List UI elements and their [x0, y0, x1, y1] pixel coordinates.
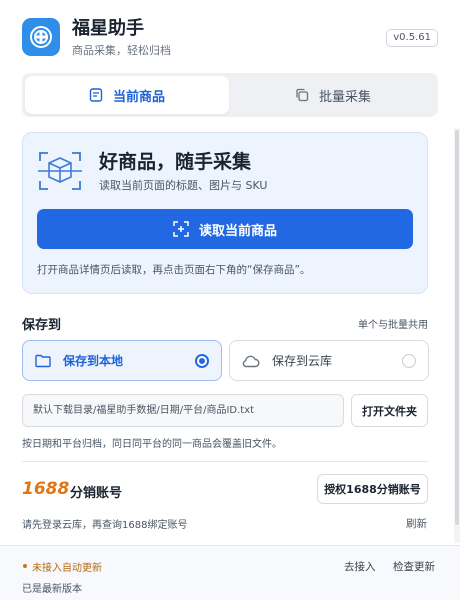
- hero-title: 好商品，随手采集: [99, 151, 252, 173]
- account-hint: 请先登录云库，再查询1688绑定账号: [22, 520, 188, 531]
- copy-icon: [296, 88, 309, 102]
- save-local-radio[interactable]: [195, 354, 209, 368]
- save-path-hint: 按日期和平台归档，同日同平台的同一商品会覆盖旧文件。: [22, 439, 282, 450]
- mode-tabs: 当前商品 批量采集: [22, 73, 438, 117]
- save-local-option[interactable]: 保存到本地: [22, 340, 222, 381]
- authorize-account-button[interactable]: 授权1688分销账号: [317, 474, 428, 504]
- platform-number: 1688: [22, 479, 70, 499]
- open-folder-button[interactable]: 打开文件夹: [351, 394, 428, 427]
- refresh-link[interactable]: 刷新: [406, 516, 427, 531]
- hero-hint: 打开商品详情页后读取，再点击页面右下角的“保存商品”。: [37, 264, 311, 276]
- scrollbar-thumb[interactable]: [455, 130, 459, 525]
- collect-card: 好商品，随手采集 读取当前页面的标题、图片与 SKU 读取当前商品 打开商品详情…: [22, 132, 428, 294]
- save-cloud-label: 保存到云库: [272, 354, 333, 368]
- tab-batch-collect[interactable]: 批量采集: [231, 76, 435, 114]
- section-divider: [22, 461, 428, 462]
- save-section-note: 单个与批量共用: [358, 320, 428, 331]
- save-cloud-option[interactable]: 保存到云库: [229, 340, 429, 381]
- save-path-field[interactable]: 默认下载目录/福星助手数据/日期/平台/商品ID.txt: [22, 394, 344, 427]
- connect-link[interactable]: 去接入: [344, 559, 376, 574]
- app-subtitle: 商品采集，轻松归档: [72, 44, 171, 57]
- tab-current-product-label: 当前商品: [112, 89, 165, 105]
- folder-icon: [35, 354, 51, 367]
- save-cloud-radio[interactable]: [402, 354, 416, 368]
- app-header: 福星助手 商品采集，轻松归档 v0.5.61: [22, 18, 438, 58]
- latest-version-text: 已是最新版本: [22, 584, 82, 595]
- app-title: 福星助手: [72, 18, 144, 39]
- check-update-link[interactable]: 检查更新: [393, 559, 435, 574]
- tab-batch-collect-label: 批量采集: [318, 89, 371, 105]
- read-product-button[interactable]: 读取当前商品: [37, 209, 413, 249]
- account-label: 分销账号: [70, 486, 123, 501]
- tab-current-product[interactable]: 当前商品: [25, 76, 229, 114]
- save-section-title: 保存到: [22, 318, 62, 333]
- read-product-label: 读取当前商品: [198, 223, 277, 239]
- version-badge: v0.5.61: [386, 29, 438, 47]
- scan-plus-icon: [173, 221, 189, 237]
- footer: 未接入自动更新 去接入 检查更新 已是最新版本: [0, 545, 460, 600]
- status-dot-icon: [23, 564, 27, 568]
- document-icon: [89, 88, 103, 102]
- cloud-icon: [242, 355, 260, 367]
- package-scan-icon: [38, 152, 82, 190]
- hero-description: 读取当前页面的标题、图片与 SKU: [99, 179, 268, 192]
- app-logo-icon: [22, 18, 60, 56]
- update-status: 未接入自动更新: [32, 563, 102, 574]
- save-local-label: 保存到本地: [63, 354, 124, 368]
